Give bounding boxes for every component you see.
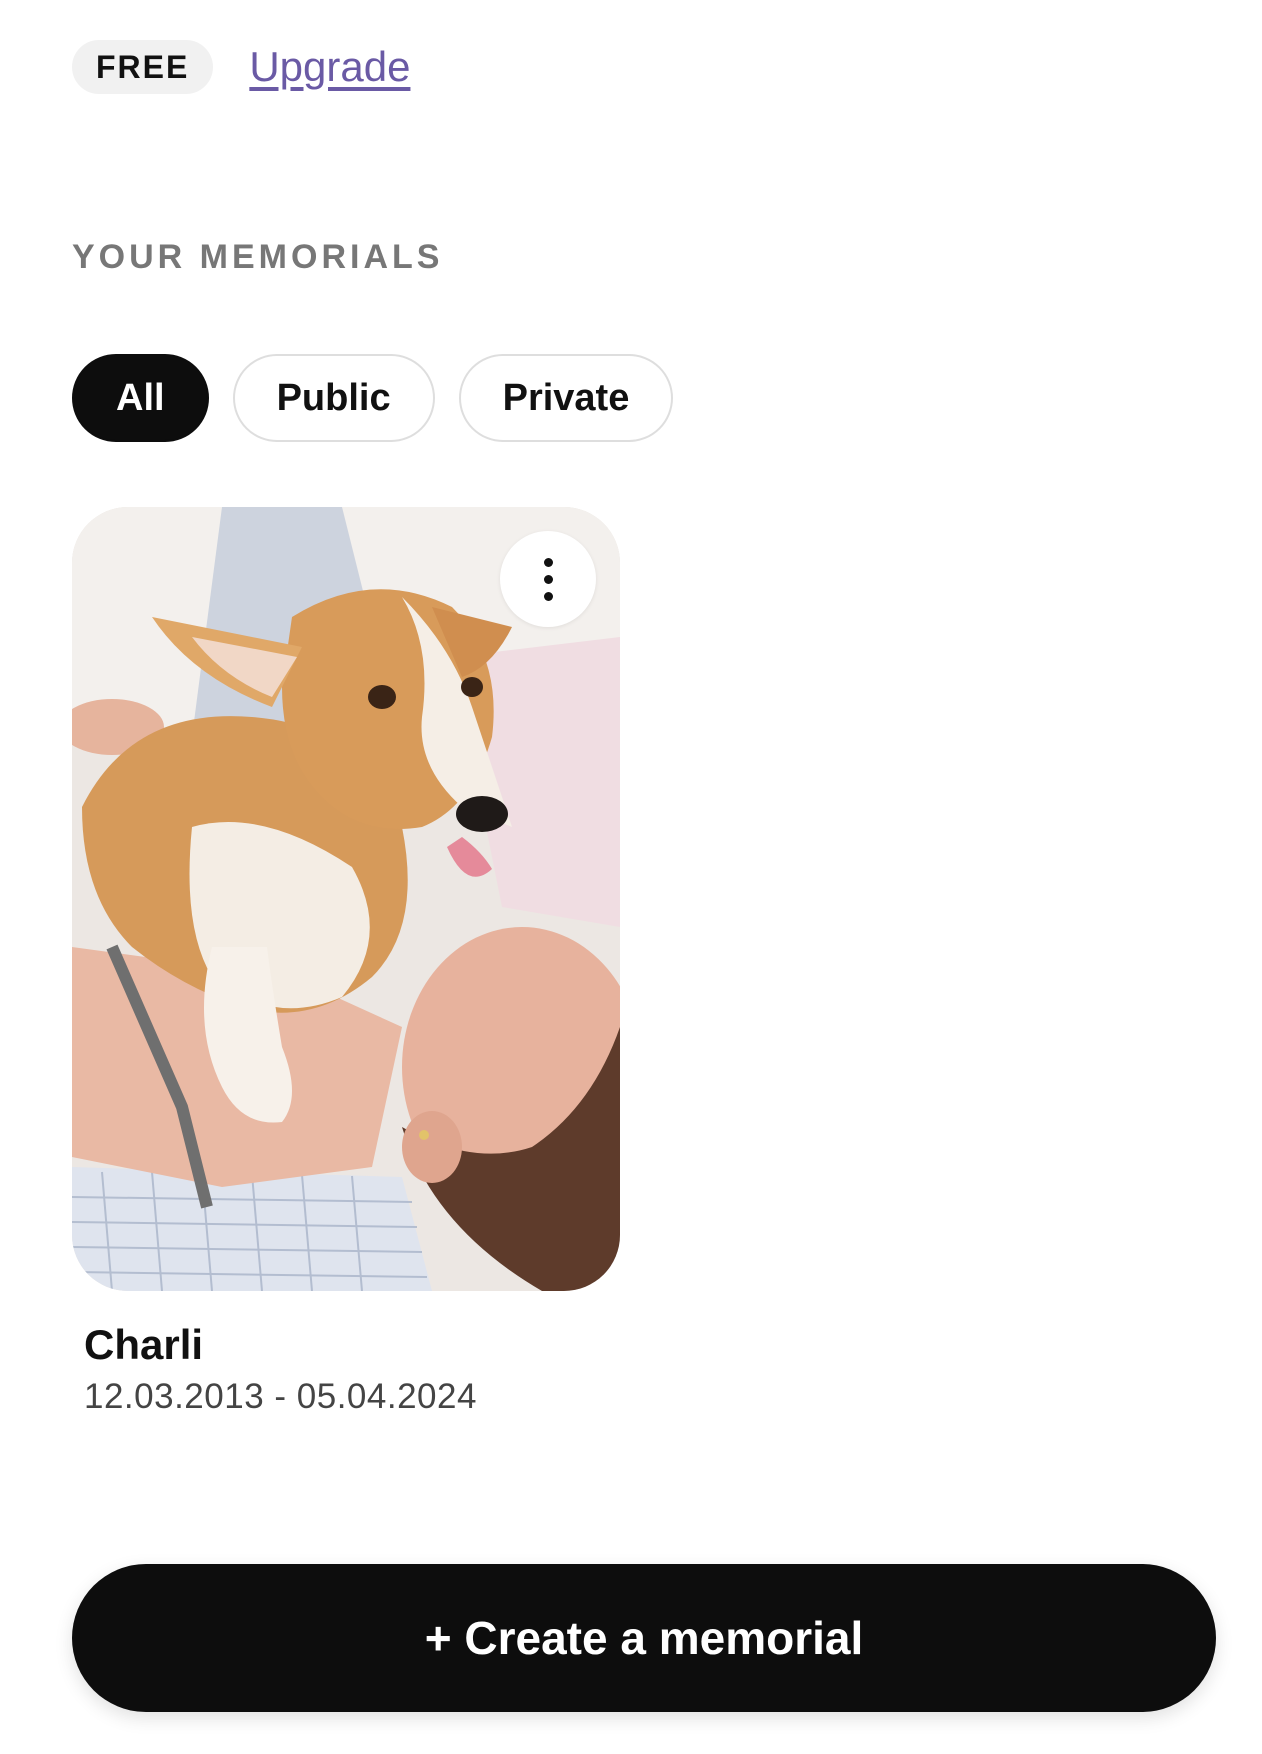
filter-chip-public[interactable]: Public bbox=[232, 354, 435, 442]
filter-chip-private[interactable]: Private bbox=[458, 354, 674, 442]
more-options-button[interactable] bbox=[500, 531, 596, 627]
memorial-dates: 12.03.2013 - 05.04.2024 bbox=[84, 1377, 477, 1416]
plan-badge: FREE bbox=[72, 40, 214, 94]
filter-chip-all[interactable]: All bbox=[72, 354, 209, 442]
create-memorial-button[interactable]: + Create a memorial bbox=[72, 1564, 1216, 1712]
memorial-photo[interactable] bbox=[72, 507, 620, 1291]
filter-chips: All Public Private bbox=[72, 354, 674, 442]
section-title: YOUR MEMORIALS bbox=[72, 238, 444, 276]
memorial-card[interactable]: Charli 12.03.2013 - 05.04.2024 bbox=[72, 507, 620, 1417]
upgrade-link[interactable]: Upgrade bbox=[249, 43, 410, 91]
more-vertical-icon bbox=[543, 557, 553, 567]
plan-row: FREE Upgrade bbox=[72, 40, 410, 94]
memorial-name: Charli bbox=[84, 1321, 204, 1368]
